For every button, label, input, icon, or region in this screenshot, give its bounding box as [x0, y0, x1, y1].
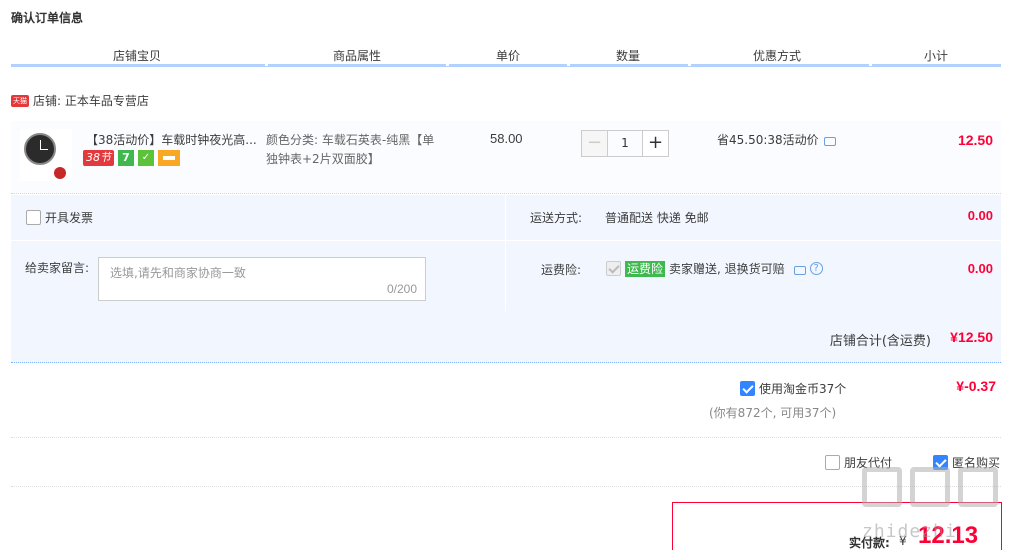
quantity-decrease-button[interactable]: −	[581, 130, 607, 157]
page-title: 确认订单信息	[11, 11, 84, 25]
friend-pay-checkbox[interactable]	[825, 455, 840, 470]
coins-available: (你有872个, 可用37个)	[709, 406, 837, 420]
insurance-tag: 运费险	[625, 260, 666, 277]
insurance-cost: 0.00	[967, 261, 993, 276]
column-header-quantity: 数量	[601, 47, 658, 74]
help-icon[interactable]: ?	[809, 262, 823, 275]
shop-name-link[interactable]: 店铺: 正本车品专营店	[33, 92, 149, 109]
order-item-row: 【38活动价】车载时钟夜光高... 38节 7 ✓ 颜色分类: 车载石英表-纯黑…	[11, 120, 1001, 194]
unit-price: 58.00	[490, 131, 523, 146]
shipping-method: 普通配送 快递 免邮	[605, 211, 709, 225]
shipping-cost: 0.00	[967, 208, 993, 223]
column-header-unit-price: 单价	[481, 47, 538, 74]
insurance-checkbox	[606, 261, 621, 276]
column-header-attributes: 商品属性	[321, 47, 396, 74]
coins-deduction: ¥-0.37	[956, 378, 996, 394]
guarantee-icon[interactable]: ✓	[138, 150, 154, 166]
column-header-shop-item: 店铺宝贝	[101, 47, 176, 74]
insurance-desc: 卖家赠送, 退换货可赔	[669, 262, 785, 276]
seven-day-return-icon[interactable]: 7	[118, 150, 134, 166]
seller-message-input[interactable]: 选填,请先和商家协商一致 0/200	[98, 257, 426, 301]
insurance-label: 运费险:	[541, 263, 582, 277]
comment-icon[interactable]	[793, 266, 806, 275]
discount-text: 省45.50:38活动价	[717, 133, 819, 147]
watermark-text: zhidezhi	[862, 521, 957, 542]
stand-icon	[54, 167, 66, 179]
quantity-increase-button[interactable]: +	[643, 130, 669, 157]
shipping-label: 运送方式:	[530, 211, 583, 225]
watermark-logo: zhidezhi	[862, 467, 1002, 547]
tmall-icon: 天猫	[11, 94, 29, 107]
quantity-stepper: − 1 +	[581, 130, 669, 157]
column-header-subtotal: 小计	[909, 47, 966, 74]
divider	[11, 486, 1001, 487]
discount-info: 省45.50:38活动价	[717, 131, 836, 148]
quantity-input[interactable]: 1	[607, 130, 643, 157]
column-header-discount: 优惠方式	[741, 47, 816, 74]
invoice-label: 开具发票	[45, 211, 94, 225]
order-options-panel: 开具发票 给卖家留言: 选填,请先和商家协商一致 0/200 运送方式: 普通配…	[11, 195, 1001, 311]
insurance-option: 运费险 卖家赠送, 退换货可赔 ?	[606, 260, 823, 277]
message-char-count: 0/200	[386, 282, 417, 296]
product-title-link[interactable]: 【38活动价】车载时钟夜光高...	[86, 131, 258, 148]
item-subtotal: 12.50	[957, 132, 993, 148]
shop-total-label: 店铺合计(含运费)	[829, 334, 931, 349]
divider	[11, 437, 1001, 438]
table-header: 店铺宝贝 商品属性 单价 数量 优惠方式 小计	[11, 43, 1001, 74]
invoice-option[interactable]: 开具发票	[26, 209, 93, 226]
comment-icon[interactable]	[823, 137, 836, 146]
message-label: 给卖家留言:	[25, 261, 90, 275]
shop-total-bar: 店铺合计(含运费) ¥12.50	[11, 311, 1001, 363]
message-placeholder: 选填,请先和商家协商一致	[110, 266, 246, 280]
product-image[interactable]	[20, 129, 72, 181]
shop-line: 天猫 店铺: 正本车品专营店	[11, 92, 149, 109]
coins-label: 使用淘金币37个	[759, 382, 847, 396]
taobao-coins-option[interactable]: 使用淘金币37个	[740, 380, 846, 397]
invoice-checkbox[interactable]	[26, 210, 41, 225]
clock-icon	[24, 133, 56, 165]
credit-card-icon[interactable]	[158, 150, 180, 166]
product-badges: 38节 7 ✓	[83, 150, 180, 166]
product-attributes: 颜色分类: 车载石英表-纯黑【单独钟表+2片双面胶】	[266, 133, 435, 166]
coins-checkbox[interactable]	[740, 381, 755, 396]
shop-total-value: ¥12.50	[950, 329, 993, 345]
festival-38-badge: 38节	[83, 150, 114, 166]
